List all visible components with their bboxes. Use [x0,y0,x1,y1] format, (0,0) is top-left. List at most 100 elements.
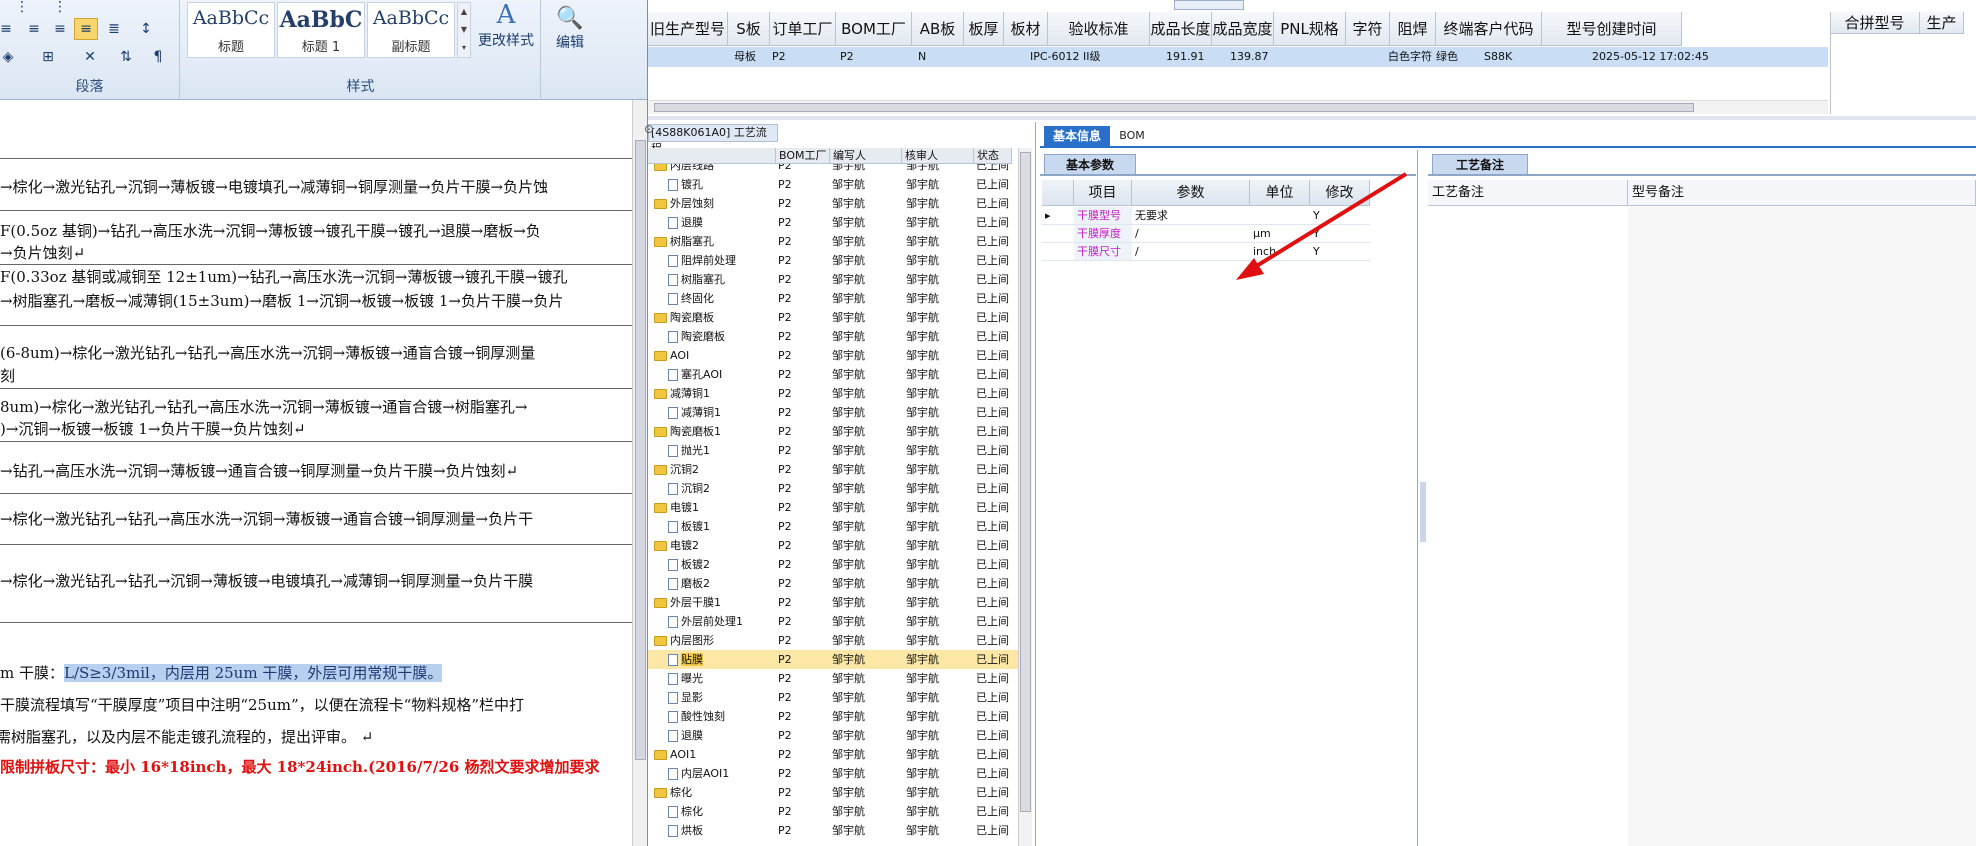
tree-row[interactable]: 减薄铜1 P2 邹宇航 邹宇航 已上间 [648,384,1018,403]
tree-row[interactable]: 板镀1 P2 邹宇航 邹宇航 已上间 [648,517,1018,536]
tree-col-writer[interactable]: 编写人 [830,148,902,164]
grid-col-header[interactable]: 终端客户代码 [1436,12,1542,46]
grid-cell[interactable]: 2025-05-12 17:02:45 [1592,47,1722,67]
tree-row[interactable]: 内层图形 P2 邹宇航 邹宇航 已上间 [648,631,1018,650]
grid-col-header[interactable]: 型号创建时间 [1542,12,1682,46]
splitter-handle[interactable] [1420,482,1426,542]
notes-col-process[interactable]: 工艺备注 [1428,180,1628,206]
tab-basic-params[interactable]: 基本参数 [1044,154,1136,176]
tree-row[interactable]: 塞孔AOI P2 邹宇航 邹宇航 已上间 [648,365,1018,384]
align-right-icon[interactable]: ≡ [48,18,72,40]
tree-row[interactable]: 陶瓷磨板 P2 邹宇航 邹宇航 已上间 [648,308,1018,327]
justify-icon[interactable]: ≡ [74,18,98,40]
grid-hscroll-thumb[interactable] [654,103,1694,112]
multilevel-list-icon[interactable]: ⋮ [48,0,72,18]
tree-row[interactable]: 电镀1 P2 邹宇航 邹宇航 已上间 [648,498,1018,517]
tree-row[interactable]: 减薄铜1 P2 邹宇航 邹宇航 已上间 [648,403,1018,422]
tree-row[interactable]: AOI1 P2 邹宇航 邹宇航 已上间 [648,745,1018,764]
toolbar-chip[interactable] [1174,0,1244,10]
tree-row[interactable]: 内层线路 P2 邹宇航 邹宇航 已上间 [648,164,1018,175]
tree-row[interactable]: 磨板2 P2 邹宇航 邹宇航 已上间 [648,574,1018,593]
tree-row[interactable]: 终固化 P2 邹宇航 邹宇航 已上间 [648,289,1018,308]
asian-layout-icon[interactable]: ✕ [78,46,102,68]
tree-row[interactable]: 显影 P2 邹宇航 邹宇航 已上间 [648,688,1018,707]
tree-row[interactable]: 阻焊前处理 P2 邹宇航 邹宇航 已上间 [648,251,1018,270]
tree-pin-icon[interactable]: ⊙ [644,122,654,136]
grid-col-header[interactable]: AB板 [912,12,964,46]
style-subtitle[interactable]: AaBbCc 副标题 [367,2,455,58]
tree-row[interactable]: 陶瓷磨板1 P2 邹宇航 邹宇航 已上间 [648,422,1018,441]
tree-row[interactable]: 镀孔 P2 邹宇航 邹宇航 已上间 [648,175,1018,194]
tree-row[interactable]: AOI P2 邹宇航 邹宇航 已上间 [648,346,1018,365]
style-title[interactable]: AaBbCc 标题 [187,2,275,58]
grid-col-header[interactable]: 验收标准 [1048,12,1150,46]
tree-row[interactable]: 酸性蚀刻 P2 邹宇航 邹宇航 已上间 [648,707,1018,726]
tab-basic-info[interactable]: 基本信息 [1044,126,1110,146]
tree-row[interactable]: 外层干膜1 P2 邹宇航 邹宇航 已上间 [648,593,1018,612]
row-indicator[interactable]: ▸ [1042,207,1074,225]
param-cell-item[interactable]: 干膜型号 [1074,207,1132,225]
tree-row[interactable]: 退膜 P2 邹宇航 邹宇航 已上间 [648,213,1018,232]
align-center-icon[interactable]: ≡ [22,18,46,40]
distributed-icon[interactable]: ≣ [102,18,126,40]
grid-col-header[interactable]: 成品宽度 [1212,12,1274,46]
tree-row[interactable]: 贴膜 P2 邹宇航 邹宇航 已上间 [648,650,1018,669]
grid-cell[interactable]: IPC-6012 II级 [1030,47,1160,67]
scroll-thumb[interactable] [635,140,646,760]
grid-col-header[interactable]: 旧生产型号 [648,12,728,46]
list-icon[interactable]: ⋮ [10,0,34,18]
tree-row[interactable]: 烘板 P2 邹宇航 邹宇航 已上间 [648,821,1018,840]
grid-splitter[interactable] [648,116,1976,120]
tree-col-status[interactable]: 状态 [974,148,1012,164]
grid-col-header[interactable]: 阻焊 [1390,12,1436,46]
param-cell-item[interactable]: 干膜尺寸 [1074,243,1132,261]
tree-row[interactable]: 沉铜2 P2 邹宇航 邹宇航 已上间 [648,460,1018,479]
tree-row[interactable]: 外层前处理1 P2 邹宇航 邹宇航 已上间 [648,612,1018,631]
row-indicator[interactable] [1042,243,1074,261]
edit-button[interactable]: 🔍 编辑 [548,6,592,86]
grid-col-header[interactable]: 订单工厂 [770,12,836,46]
shading-icon[interactable]: ◈ [0,46,20,68]
tree-row[interactable]: 内层AOI1 P2 邹宇航 邹宇航 已上间 [648,764,1018,783]
tree-row[interactable]: 抛光1 P2 邹宇航 邹宇航 已上间 [648,441,1018,460]
grid-col-header[interactable]: 板厚 [964,12,1004,46]
param-cell-item[interactable]: 干膜厚度 [1074,225,1132,243]
tree-col-reviewer[interactable]: 核审人 [902,148,974,164]
tree-row[interactable]: 沉铜2 P2 邹宇航 邹宇航 已上间 [648,479,1018,498]
line-spacing-icon[interactable]: ↕ [134,18,158,40]
tab-process-notes[interactable]: 工艺备注 [1432,154,1528,176]
tree-scroll-thumb[interactable] [1020,152,1031,812]
tree-scrollbar[interactable] [1018,148,1032,846]
notes-col-model[interactable]: 型号备注 [1628,180,1976,206]
tree-row[interactable]: 棕化 P2 邹宇航 邹宇航 已上间 [648,783,1018,802]
tree-row[interactable]: 板镀2 P2 邹宇航 邹宇航 已上间 [648,555,1018,574]
row-indicator[interactable] [1042,225,1074,243]
change-styles-button[interactable]: A 更改样式 [473,0,539,62]
tree-row[interactable]: 退膜 P2 邹宇航 邹宇航 已上间 [648,726,1018,745]
grid-col-header[interactable]: BOM工厂 [836,12,912,46]
selected-text[interactable]: L/S≥3/3mil，内层用 25um 干膜，外层可用常规干膜。 [64,664,443,682]
grid-col-header[interactable]: 成品长度 [1150,12,1212,46]
styles-scroll[interactable]: ▲ ▼ ▾ [457,2,471,58]
tree-row[interactable]: 曝光 P2 邹宇航 邹宇航 已上间 [648,669,1018,688]
tree-row[interactable]: 棕化 P2 邹宇航 邹宇航 已上间 [648,802,1018,821]
tree-row[interactable]: 树脂塞孔 P2 邹宇航 邹宇航 已上间 [648,270,1018,289]
document-scrollbar[interactable] [632,100,647,846]
tab-bom[interactable]: BOM [1112,126,1152,146]
tree-row[interactable]: 陶瓷磨板 P2 邹宇航 邹宇航 已上间 [648,327,1018,346]
align-left-icon[interactable]: ≡ [0,18,18,40]
tree-row[interactable]: 电镀2 P2 邹宇航 邹宇航 已上间 [648,536,1018,555]
borders-icon[interactable]: ⊞ [36,46,60,68]
param-col-item[interactable]: 项目 [1074,180,1132,206]
tree-row[interactable]: 外层蚀刻 P2 邹宇航 邹宇航 已上间 [648,194,1018,213]
show-marks-icon[interactable]: ¶ [146,46,170,68]
grid-col-header[interactable]: 字符 [1346,12,1390,46]
grid-col-header[interactable]: 板材 [1004,12,1048,46]
tree-col-bom[interactable]: BOM工厂 [776,148,830,164]
tree-row[interactable]: 树脂塞孔 P2 邹宇航 邹宇航 已上间 [648,232,1018,251]
grid-hscroll[interactable] [648,100,1828,114]
grid-col-header[interactable]: PNL规格 [1274,12,1346,46]
document-body[interactable]: →棕化→激光钻孔→沉铜→薄板镀→电镀填孔→减薄铜→铜厚测量→负片干膜→负片蚀 F… [0,100,636,846]
grid-col-header[interactable]: S板 [728,12,770,46]
sort-icon[interactable]: ⇅ [114,46,138,68]
